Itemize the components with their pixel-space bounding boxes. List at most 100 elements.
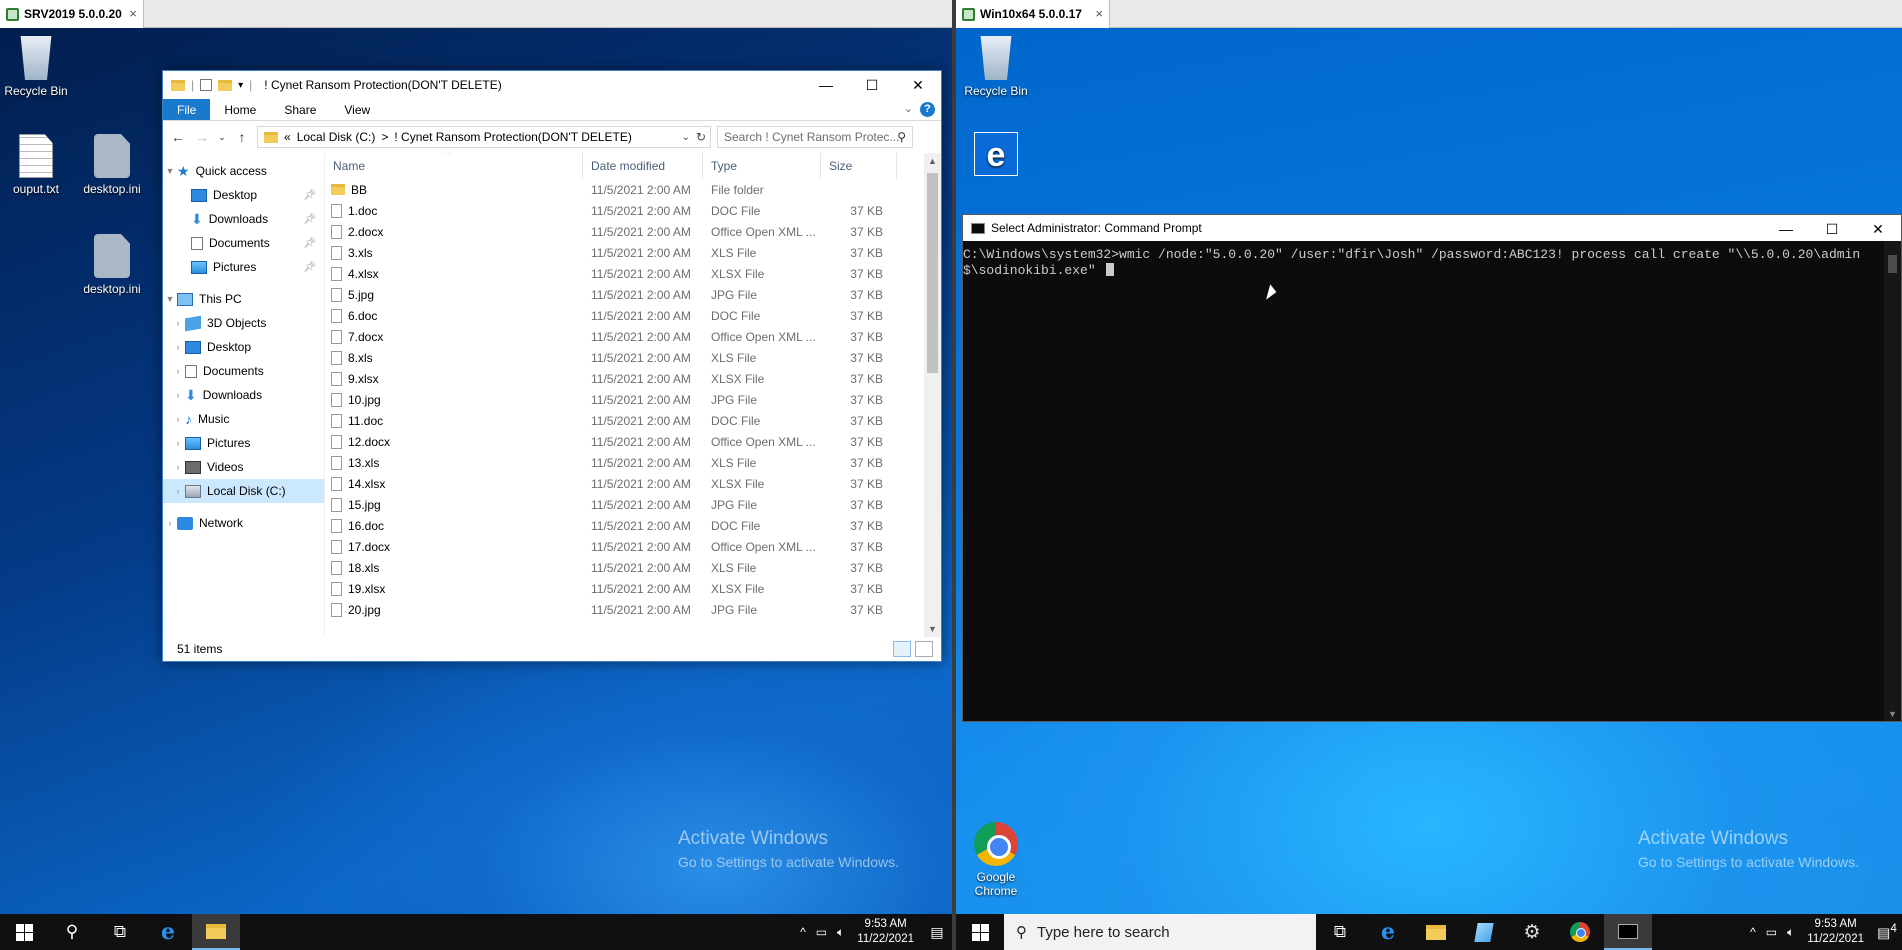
taskbar-command-prompt[interactable]	[1604, 914, 1652, 950]
chevron-up-icon[interactable]: ^	[795, 925, 811, 939]
search-icon[interactable]: ⚲	[48, 914, 96, 950]
clock[interactable]: 9:53 AM 11/22/2021	[1799, 917, 1872, 947]
tab-share[interactable]: Share	[270, 99, 330, 120]
task-view-icon[interactable]: ⧉	[1316, 914, 1364, 950]
chevron-right-icon[interactable]: ›	[171, 366, 185, 376]
tab-file[interactable]: File	[163, 99, 211, 120]
scroll-down-icon[interactable]: ▼	[924, 624, 941, 634]
column-type[interactable]: Type	[703, 153, 821, 179]
file-row[interactable]: 2.docx 11/5/2021 2:00 AM Office Open XML .…	[325, 221, 941, 242]
taskbar-app[interactable]	[1460, 914, 1508, 950]
vertical-scrollbar[interactable]: ▲ ▼	[924, 153, 941, 637]
taskbar-search-box[interactable]: ⚲ Type here to search	[1004, 914, 1316, 950]
column-size[interactable]: Size	[821, 153, 897, 179]
file-row[interactable]: 10.jpg 11/5/2021 2:00 AM JPG File 37 KB	[325, 389, 941, 410]
file-row[interactable]: 15.jpg 11/5/2021 2:00 AM JPG File 37 KB	[325, 494, 941, 515]
taskbar-chrome[interactable]	[1556, 914, 1604, 950]
nav-quick-pictures[interactable]: Pictures 📌︎	[163, 255, 324, 279]
file-row[interactable]: 17.docx 11/5/2021 2:00 AM Office Open XML …	[325, 536, 941, 557]
chevron-down-icon[interactable]: ⌄	[682, 132, 690, 143]
expanded-chevron-icon[interactable]: ▼	[163, 294, 177, 304]
file-row[interactable]: 14.xlsx 11/5/2021 2:00 AM XLSX File 37 KB	[325, 473, 941, 494]
refresh-icon[interactable]: ↻	[696, 130, 706, 144]
taskbar-edge[interactable]: e	[1364, 914, 1412, 950]
nav-3d-objects[interactable]: › 3D Objects	[163, 311, 324, 335]
volume-icon[interactable]: 🔈︎	[832, 925, 849, 940]
nav-pc-downloads[interactable]: › ⬇ Downloads	[163, 383, 324, 407]
desktop-icon-desktop-ini-2[interactable]: desktop.ini	[76, 234, 148, 296]
chevron-right-icon[interactable]: ›	[171, 390, 185, 400]
file-row[interactable]: 1.doc 11/5/2021 2:00 AM DOC File 37 KB	[325, 200, 941, 221]
desktop-icon-ouput-txt[interactable]: ouput.txt	[0, 134, 72, 196]
chevron-down-icon[interactable]: ▾	[238, 80, 243, 91]
close-button[interactable]: ✕	[1855, 215, 1901, 243]
nav-local-disk[interactable]: › Local Disk (C:)	[163, 479, 324, 503]
desktop-icon-recycle-bin[interactable]: Recycle Bin	[0, 36, 72, 98]
forward-icon[interactable]: →	[193, 129, 211, 145]
start-button[interactable]	[956, 914, 1004, 950]
nav-quick-downloads[interactable]: ⬇ Downloads 📌︎	[163, 207, 324, 231]
close-button[interactable]: ✕	[895, 71, 941, 99]
taskbar-file-explorer[interactable]	[1412, 914, 1460, 950]
file-row[interactable]: 5.jpg 11/5/2021 2:00 AM JPG File 37 KB	[325, 284, 941, 305]
close-icon[interactable]: ×	[1095, 6, 1103, 21]
back-icon[interactable]: ←	[169, 129, 187, 145]
nav-pc-music[interactable]: › ♪ Music	[163, 407, 324, 431]
search-box[interactable]: Search ! Cynet Ransom Protec... ⚲	[717, 126, 913, 148]
maximize-button[interactable]: ☐	[849, 71, 895, 99]
nav-pc-videos[interactable]: › Videos	[163, 455, 324, 479]
nav-pc-documents[interactable]: › Documents	[163, 359, 324, 383]
console-output[interactable]: C:\Windows\system32>wmic /node:"5.0.0.20…	[963, 241, 1884, 721]
file-row[interactable]: 18.xls 11/5/2021 2:00 AM XLS File 37 KB	[325, 557, 941, 578]
help-icon[interactable]: ?	[920, 102, 935, 117]
scroll-down-icon[interactable]: ▼	[1888, 709, 1897, 719]
expanded-chevron-icon[interactable]: ▼	[163, 166, 177, 176]
column-date-modified[interactable]: Date modified	[583, 153, 703, 179]
chevron-up-icon[interactable]: ^	[1745, 925, 1761, 939]
chevron-right-icon[interactable]: ›	[171, 462, 185, 472]
file-row[interactable]: BB 11/5/2021 2:00 AM File folder	[325, 179, 941, 200]
desktop-icon-recycle-bin[interactable]: Recycle Bin	[960, 36, 1032, 98]
scrollbar-thumb[interactable]	[927, 173, 938, 373]
file-row[interactable]: 11.doc 11/5/2021 2:00 AM DOC File 37 KB	[325, 410, 941, 431]
desktop-icon-edge[interactable]: e	[960, 132, 1032, 180]
desktop-icon-google-chrome[interactable]: Google Chrome	[960, 822, 1032, 898]
large-icons-view-icon[interactable]	[915, 641, 933, 657]
nav-quick-desktop[interactable]: Desktop 📌︎	[163, 183, 324, 207]
left-vm-tab[interactable]: SRV2019 5.0.0.20 ×	[0, 0, 144, 28]
nav-quick-documents[interactable]: Documents 📌︎	[163, 231, 324, 255]
close-icon[interactable]: ×	[129, 6, 137, 21]
chevron-right-icon[interactable]: ›	[171, 438, 185, 448]
chevron-right-icon[interactable]: ›	[171, 414, 185, 424]
column-name[interactable]: Name	[325, 153, 583, 179]
chevron-right-icon[interactable]: ›	[171, 342, 185, 352]
chevron-right-icon[interactable]: ›	[171, 486, 185, 496]
breadcrumb-overflow[interactable]: «	[284, 130, 291, 144]
right-vm-tab[interactable]: Win10x64 5.0.0.17 ×	[956, 0, 1110, 28]
breadcrumb-separator[interactable]: >	[381, 130, 388, 144]
recent-locations-icon[interactable]: ⌄	[217, 132, 227, 143]
file-row[interactable]: 13.xls 11/5/2021 2:00 AM XLS File 37 KB	[325, 452, 941, 473]
nav-pc-pictures[interactable]: › Pictures	[163, 431, 324, 455]
clock[interactable]: 9:53 AM 11/22/2021	[849, 917, 922, 947]
file-row[interactable]: 20.jpg 11/5/2021 2:00 AM JPG File 37 KB	[325, 599, 941, 620]
file-row[interactable]: 19.xlsx 11/5/2021 2:00 AM XLSX File 37 KB	[325, 578, 941, 599]
address-bar[interactable]: « Local Disk (C:) > ! Cynet Ransom Prote…	[257, 126, 711, 148]
network-icon[interactable]: ▭	[811, 925, 832, 939]
file-row[interactable]: 9.xlsx 11/5/2021 2:00 AM XLSX File 37 KB	[325, 368, 941, 389]
file-row[interactable]: 7.docx 11/5/2021 2:00 AM Office Open XML .…	[325, 326, 941, 347]
tab-home[interactable]: Home	[210, 99, 270, 120]
up-icon[interactable]: ↑	[233, 129, 251, 145]
task-view-icon[interactable]: ⧉	[96, 914, 144, 950]
nav-network[interactable]: › Network	[163, 511, 324, 535]
new-folder-icon[interactable]	[218, 79, 233, 91]
file-row[interactable]: 3.xls 11/5/2021 2:00 AM XLS File 37 KB	[325, 242, 941, 263]
nav-this-pc[interactable]: ▼ This PC	[163, 287, 324, 311]
network-icon[interactable]: ▭	[1761, 925, 1782, 939]
taskbar-edge[interactable]: e	[144, 914, 192, 950]
details-view-icon[interactable]	[893, 641, 911, 657]
nav-pc-desktop[interactable]: › Desktop	[163, 335, 324, 359]
minimize-button[interactable]: —	[1763, 215, 1809, 243]
file-row[interactable]: 8.xls 11/5/2021 2:00 AM XLS File 37 KB	[325, 347, 941, 368]
taskbar-file-explorer[interactable]	[192, 914, 240, 950]
